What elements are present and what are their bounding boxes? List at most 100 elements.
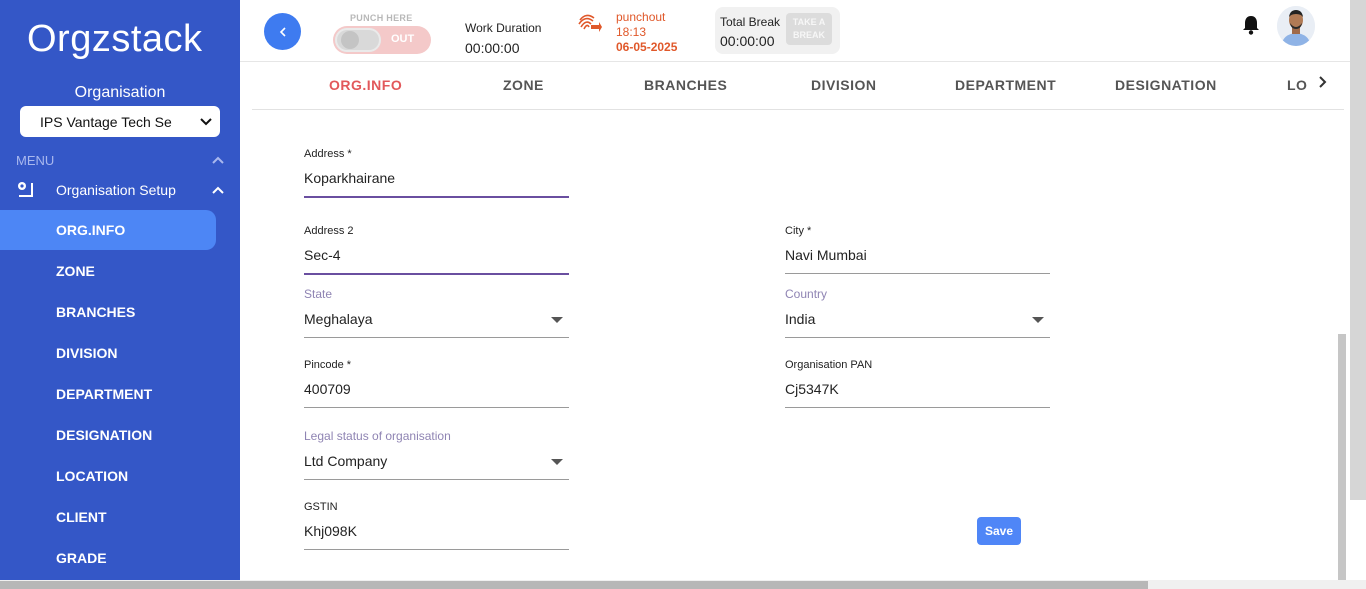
city-underline <box>785 273 1050 274</box>
chevron-up-icon <box>212 183 224 197</box>
tab-branches[interactable]: BRANCHES <box>644 77 727 93</box>
pan-value[interactable]: Cj5347K <box>785 381 1050 397</box>
total-break-value: 00:00:00 <box>720 33 775 49</box>
page-scrollbar[interactable] <box>1350 0 1366 500</box>
logo: Orgzstack <box>27 18 203 60</box>
sidebar-item-label: DEPARTMENT <box>56 386 153 402</box>
sidebar-item-label: ORG.INFO <box>56 222 126 238</box>
tab-designation[interactable]: DESIGNATION <box>1115 77 1217 93</box>
state-label: State <box>304 287 333 301</box>
take-break-button[interactable]: TAKE A BREAK <box>786 13 832 45</box>
pincode-field[interactable]: Pincode * 400709 <box>304 359 569 408</box>
gstin-field[interactable]: GSTIN Khj098K <box>304 501 569 550</box>
organisation-select[interactable]: IPS Vantage Tech Se <box>20 106 220 137</box>
sidebar-item-label: DIVISION <box>56 345 118 361</box>
chevron-down-icon <box>200 115 212 129</box>
sidebar-item-grade[interactable]: GRADE <box>0 538 216 578</box>
address2-field[interactable]: Address 2 Sec-4 <box>304 225 569 275</box>
sidebar-item-zone[interactable]: ZONE <box>0 251 216 291</box>
punch-toggle[interactable]: OUT <box>333 26 431 54</box>
settings-icon <box>16 180 36 200</box>
pan-label: Organisation PAN <box>785 359 873 371</box>
dropdown-arrow-icon <box>551 317 563 323</box>
fingerprint-icon <box>576 10 602 36</box>
legal-status-select[interactable]: Legal status of organisation Ltd Company <box>304 429 569 480</box>
state-select[interactable]: State Meghalaya <box>304 287 569 338</box>
menu-heading-label: MENU <box>16 153 55 168</box>
organisation-setup-label: Organisation Setup <box>56 182 176 198</box>
dropdown-arrow-icon <box>551 459 563 465</box>
tab-bar: ORG.INFO ZONE BRANCHES DIVISION DEPARTME… <box>252 62 1344 110</box>
sidebar-item-label: GRADE <box>56 550 107 566</box>
total-break-label: Total Break <box>720 15 781 29</box>
punchout-time: 18:13 <box>616 25 647 39</box>
sidebar-item-label: BRANCHES <box>56 304 136 320</box>
address-underline <box>304 196 569 198</box>
gstin-underline <box>304 549 569 550</box>
sidebar-item-label: CLIENT <box>56 509 107 525</box>
address2-underline <box>304 273 569 275</box>
pincode-label: Pincode * <box>304 359 352 371</box>
content-scrollbar[interactable] <box>1338 334 1346 581</box>
address-value[interactable]: Koparkhairane <box>304 170 569 186</box>
pincode-underline <box>304 407 569 408</box>
punchout-date: 06-05-2025 <box>616 40 678 54</box>
sidebar-item-label: DESIGNATION <box>56 427 153 443</box>
back-button[interactable] <box>264 13 301 50</box>
avatar[interactable] <box>1277 6 1315 46</box>
legal-status-underline <box>304 479 569 480</box>
work-duration-value: 00:00:00 <box>465 40 520 56</box>
tab-scroll-right-icon[interactable] <box>1318 75 1328 94</box>
pincode-value[interactable]: 400709 <box>304 381 569 397</box>
tab-location[interactable]: LO <box>1287 77 1307 93</box>
state-value: Meghalaya <box>304 311 373 327</box>
take-break-line2: BREAK <box>792 30 825 40</box>
chevron-left-icon <box>279 26 286 37</box>
address2-label: Address 2 <box>304 225 354 237</box>
sidebar: Orgzstack Organisation IPS Vantage Tech … <box>0 0 240 589</box>
punchout-label: punchout <box>616 10 666 24</box>
sidebar-item-division[interactable]: DIVISION <box>0 333 216 373</box>
top-bar: PUNCH HERE OUT Work Duration 00:00:00 pu… <box>240 0 1366 62</box>
chevron-up-icon <box>212 153 224 168</box>
save-button[interactable]: Save <box>977 517 1021 545</box>
organisation-label: Organisation <box>74 84 166 101</box>
horizontal-scrollbar[interactable] <box>0 581 1148 589</box>
tab-org-info[interactable]: ORG.INFO <box>329 77 402 93</box>
sidebar-item-label: ZONE <box>56 263 95 279</box>
organisation-select-value: IPS Vantage Tech Se <box>40 113 172 130</box>
pan-field[interactable]: Organisation PAN Cj5347K <box>785 359 1050 408</box>
sidebar-item-department[interactable]: DEPARTMENT <box>0 374 216 414</box>
pan-underline <box>785 407 1050 408</box>
sidebar-item-location[interactable]: LOCATION <box>0 456 216 496</box>
sidebar-item-org-info[interactable]: ORG.INFO <box>0 210 216 250</box>
sidebar-item-label: LOCATION <box>56 468 129 484</box>
country-label: Country <box>785 287 828 301</box>
dropdown-arrow-icon <box>1032 317 1044 323</box>
sidebar-item-branches[interactable]: BRANCHES <box>0 292 216 332</box>
menu-heading[interactable]: MENU <box>16 153 224 168</box>
legal-status-label: Legal status of organisation <box>304 429 451 443</box>
sidebar-item-client[interactable]: CLIENT <box>0 497 216 537</box>
city-field[interactable]: City * Navi Mumbai <box>785 225 1050 274</box>
city-label: City * <box>785 225 812 237</box>
address-label: Address * <box>304 148 352 160</box>
tab-department[interactable]: DEPARTMENT <box>955 77 1056 93</box>
tab-zone[interactable]: ZONE <box>503 77 544 93</box>
address2-value[interactable]: Sec-4 <box>304 247 569 263</box>
punchout-info: punchout 18:13 06-05-2025 <box>616 10 677 55</box>
country-select[interactable]: Country India <box>785 287 1050 338</box>
organisation-setup-group[interactable]: Organisation Setup <box>16 180 224 200</box>
city-value[interactable]: Navi Mumbai <box>785 247 1050 263</box>
address-field[interactable]: Address * Koparkhairane <box>304 148 569 198</box>
country-value: India <box>785 311 816 327</box>
state-underline <box>304 337 569 338</box>
tab-division[interactable]: DIVISION <box>811 77 876 93</box>
punch-toggle-knob <box>335 28 381 52</box>
sidebar-item-designation[interactable]: DESIGNATION <box>0 415 216 455</box>
notification-bell-icon[interactable] <box>1241 14 1261 36</box>
punch-state-label: OUT <box>391 33 415 45</box>
take-break-line1: TAKE A <box>792 17 826 27</box>
gstin-value[interactable]: Khj098K <box>304 523 569 539</box>
gstin-label: GSTIN <box>304 501 338 513</box>
